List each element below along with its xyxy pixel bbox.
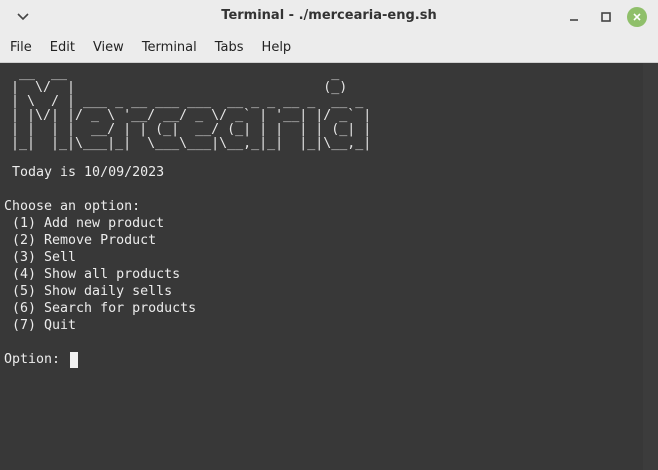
menu-tabs[interactable]: Tabs bbox=[205, 34, 252, 62]
menu-bar: File Edit View Terminal Tabs Help bbox=[0, 34, 658, 63]
minimize-button[interactable] bbox=[564, 7, 584, 27]
menu-option: (5) Show daily sells bbox=[4, 284, 173, 299]
prompt-line[interactable]: Option: bbox=[4, 351, 196, 368]
menu-help[interactable]: Help bbox=[252, 34, 300, 62]
menu-terminal[interactable]: Terminal bbox=[132, 34, 205, 62]
menu-file[interactable]: File bbox=[0, 34, 40, 62]
menu-option: (6) Search for products bbox=[4, 301, 197, 316]
prompt-text: Option: bbox=[4, 352, 69, 367]
close-icon bbox=[633, 13, 641, 21]
minimize-icon bbox=[570, 19, 578, 21]
menu-option: (1) Add new product bbox=[4, 216, 165, 231]
maximize-button[interactable] bbox=[596, 7, 616, 27]
text-cursor bbox=[70, 351, 79, 368]
scrollbar[interactable] bbox=[643, 63, 658, 470]
terminal-text: Today is 10/09/2023 Choose an option: (1… bbox=[4, 164, 196, 368]
close-button[interactable] bbox=[627, 7, 647, 27]
menu-view[interactable]: View bbox=[83, 34, 132, 62]
terminal-output[interactable]: __ __ _ | \/ | (_) | \ / | ___ _ __ ___ … bbox=[2, 63, 643, 470]
menu-option: (2) Remove Product bbox=[4, 233, 157, 248]
menu-header: Choose an option: bbox=[4, 199, 141, 214]
menu-option: (4) Show all products bbox=[4, 267, 181, 282]
window-title: Terminal - ./mercearia-eng.sh bbox=[221, 8, 437, 23]
ascii-banner: __ __ _ | \/ | (_) | \ / | ___ _ __ ___ … bbox=[11, 66, 372, 151]
menu-option: (3) Sell bbox=[4, 250, 77, 265]
menu-edit[interactable]: Edit bbox=[40, 34, 83, 62]
date-line: Today is 10/09/2023 bbox=[4, 165, 165, 180]
menu-option: (7) Quit bbox=[4, 318, 77, 333]
title-bar[interactable]: Terminal - ./mercearia-eng.sh bbox=[0, 0, 658, 34]
maximize-icon bbox=[601, 12, 611, 22]
terminal-window: Terminal - ./mercearia-eng.sh File Edit … bbox=[0, 0, 658, 470]
